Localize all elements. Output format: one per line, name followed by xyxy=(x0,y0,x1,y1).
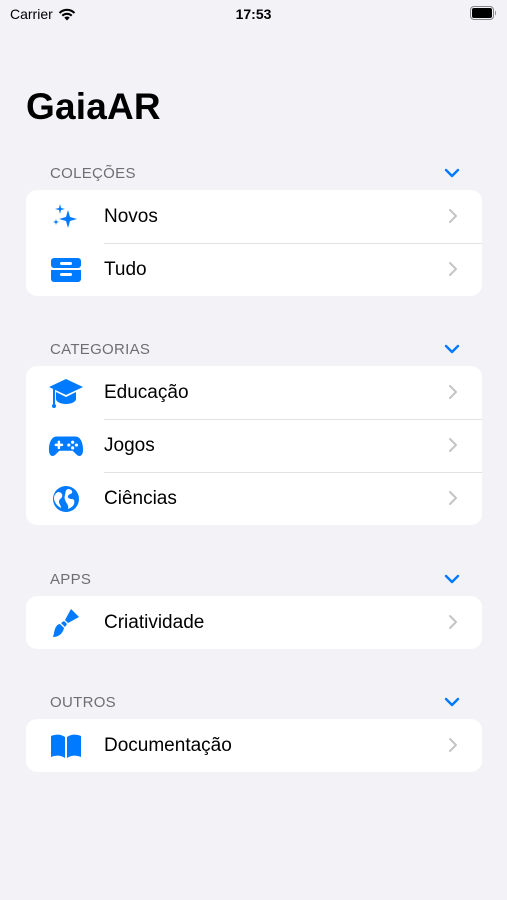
list-item-label: Educação xyxy=(104,382,189,403)
list-item-criatividade[interactable]: Criatividade xyxy=(26,596,482,649)
list-item-jogos[interactable]: Jogos xyxy=(26,419,482,472)
section-label: CATEGORIAS xyxy=(50,341,151,358)
categories-list: Educação Jogos Ciências xyxy=(26,366,482,525)
list-item-label: Novos xyxy=(104,206,158,227)
chevron-down-icon[interactable] xyxy=(444,696,460,708)
list-item-educacao[interactable]: Educação xyxy=(26,366,482,419)
list-item-label: Criatividade xyxy=(104,612,205,633)
others-list: Documentação xyxy=(26,719,482,772)
tray-icon xyxy=(48,255,84,285)
chevron-right-icon xyxy=(449,738,457,752)
sparkles-icon xyxy=(48,202,84,232)
chevron-down-icon[interactable] xyxy=(444,573,460,585)
list-item-novos[interactable]: Novos xyxy=(26,190,482,243)
section-label: COLEÇÕES xyxy=(50,165,136,182)
list-item-ciencias[interactable]: Ciências xyxy=(26,472,482,525)
battery-icon xyxy=(470,6,496,20)
chevron-right-icon xyxy=(449,615,457,629)
chevron-right-icon xyxy=(449,385,457,399)
section-header-apps[interactable]: APPS xyxy=(26,569,482,589)
chevron-down-icon[interactable] xyxy=(444,167,460,179)
chevron-right-icon xyxy=(449,209,457,223)
list-item-tudo[interactable]: Tudo xyxy=(26,243,482,296)
chevron-down-icon[interactable] xyxy=(444,343,460,355)
collections-list: Novos Tudo xyxy=(26,190,482,296)
status-bar: Carrier 17:53 xyxy=(0,0,507,28)
list-item-label: Tudo xyxy=(104,259,147,280)
section-header-outros[interactable]: OUTROS xyxy=(26,692,482,712)
section-label: OUTROS xyxy=(50,694,116,711)
list-item-documentacao[interactable]: Documentação xyxy=(26,719,482,772)
globe-icon xyxy=(48,484,84,514)
apps-list: Criatividade xyxy=(26,596,482,649)
book-icon xyxy=(48,731,84,761)
status-time: 17:53 xyxy=(235,6,272,22)
list-item-label: Ciências xyxy=(104,488,177,509)
chevron-right-icon xyxy=(449,491,457,505)
page-title: GaiaAR xyxy=(26,86,161,127)
graduation-cap-icon xyxy=(48,378,84,408)
chevron-right-icon xyxy=(449,262,457,276)
chevron-right-icon xyxy=(449,438,457,452)
section-header-categorias[interactable]: CATEGORIAS xyxy=(26,339,482,359)
list-item-label: Jogos xyxy=(104,435,155,456)
section-label: APPS xyxy=(50,571,92,588)
paintbrush-icon xyxy=(48,608,84,638)
section-header-colecoes[interactable]: COLEÇÕES xyxy=(26,163,482,183)
gamecontroller-icon xyxy=(48,431,84,461)
list-item-label: Documentação xyxy=(104,735,232,756)
